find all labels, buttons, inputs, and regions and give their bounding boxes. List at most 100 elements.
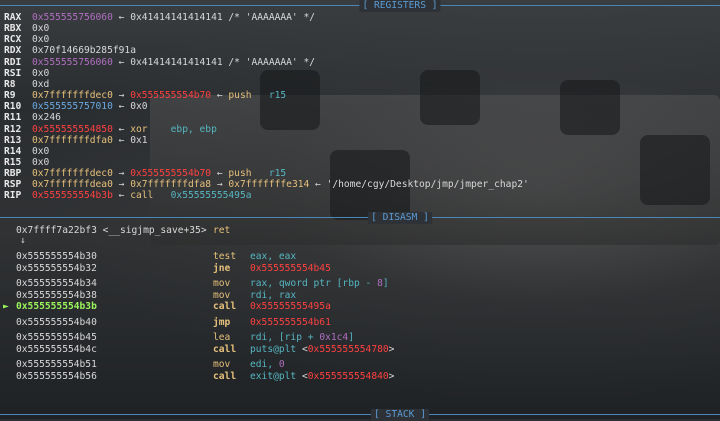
disasm-mnemonic: lea <box>213 332 231 343</box>
register-value-part: 0x555555554b70 <box>130 168 212 180</box>
register-value: 0x246 <box>32 112 61 124</box>
register-value-part: ebp, ebp <box>170 123 217 135</box>
register-value-part: 0x0 <box>32 67 50 79</box>
register-value: 0x70f14669b285f91a <box>32 45 136 57</box>
register-value-part: r15 <box>268 90 287 102</box>
register-value: 0x555555756060 ← 0x41414141414141 /* 'AA… <box>32 12 315 24</box>
register-value-part: call <box>130 190 171 202</box>
disasm-separator: [ DISASM ] <box>0 212 720 224</box>
disasm-operand-part: puts@plt <box>250 343 297 355</box>
register-name: RDI <box>4 56 22 68</box>
disasm-address: 0x7ffff7a22bf3 <__sigjmp_save+35> <box>16 225 207 236</box>
disasm-operands: puts@plt <0x555555554780> <box>250 344 394 356</box>
register-value-part: 0x246 <box>32 112 61 124</box>
register-value-part: 0x7fffffffdea0 <box>32 179 113 191</box>
register-value: 0x7fffffffdfa0 ← 0x1 <box>32 135 148 147</box>
register-name: R9 <box>4 90 16 102</box>
register-name: R15 <box>4 156 22 168</box>
register-value-part: ← <box>112 190 131 202</box>
register-name: R12 <box>4 123 22 135</box>
register-name: R14 <box>4 145 22 157</box>
register-value-part: 0x7fffffffdec0 <box>32 168 113 180</box>
register-value-part: 0x555555756060 <box>32 56 113 68</box>
disasm-operands: rdi, rax <box>250 290 296 302</box>
register-value: 0x0 <box>32 68 49 80</box>
register-name: RIP <box>4 190 22 202</box>
gdb-terminal[interactable]: [ REGISTERS ] RAX 0x555555756060 ← 0x4141… <box>0 0 720 421</box>
disasm-operand-part: < <box>296 370 308 382</box>
register-value-part: 0x555555554b70 <box>130 90 212 102</box>
register-value-part: ← '/home/cgy/Desktop/jmp/jmper_chap2' <box>309 179 529 191</box>
register-value-part: xor <box>130 123 171 135</box>
disasm-mnemonic: call <box>213 301 237 312</box>
register-value: 0x7fffffffdec0 → 0x555555554b70 ← push r… <box>32 90 286 102</box>
register-value-part: 0xd <box>32 78 50 90</box>
register-value: 0x0 <box>32 146 49 158</box>
disasm-operands: eax, eax <box>250 251 296 263</box>
disasm-address: 0x555555554b30 <box>16 251 97 262</box>
register-value-part: 0x0 <box>32 23 50 35</box>
register-name: RDX <box>4 45 22 57</box>
register-value: 0x555555756060 ← 0x41414141414141 /* 'AA… <box>32 57 315 69</box>
disasm-header: [ DISASM ] <box>368 212 432 224</box>
register-value: 0x555555554b3b ← call 0x55555555495a <box>32 190 252 202</box>
register-value-part: → <box>112 90 131 102</box>
disasm-operand-part: 0x555555554840 <box>307 370 389 382</box>
register-value: 0x0 <box>32 157 49 169</box>
disasm-address: 0x555555554b34 <box>16 278 97 289</box>
disasm-mnemonic: jmp <box>213 316 231 328</box>
disasm-operand-part: 0 <box>278 359 285 370</box>
disasm-operands: edi, 0 <box>250 359 285 371</box>
disasm-operand-part: 0x55555555495a <box>250 301 331 312</box>
disasm-address: 0x555555554b3b <box>16 301 97 312</box>
register-name: R13 <box>4 134 22 146</box>
disasm-operand-part: eax, eax <box>250 251 297 262</box>
disasm-operand-part: rdi, [rip + <box>250 332 320 343</box>
disasm-address: 0x555555554b56 <box>16 370 97 382</box>
register-name: R11 <box>4 112 22 124</box>
register-value-part: 0x70f14669b285f91a <box>32 45 136 57</box>
disasm-operand-part: 0x555555554b45 <box>250 262 331 274</box>
disasm-address: 0x555555554b38 <box>16 289 97 301</box>
register-value: 0xd <box>32 79 49 91</box>
disasm-address: 0x555555554b40 <box>16 316 97 328</box>
current-instruction-marker-icon: ► <box>3 301 9 312</box>
disasm-operand-part: 0x555555554780 <box>307 343 389 355</box>
register-value-part: 0x7fffffffe314 <box>228 179 310 191</box>
disasm-operand-part: < <box>296 343 308 355</box>
register-value-part: 0x0 <box>32 145 50 157</box>
disasm-address: 0x555555554b4c <box>16 343 97 355</box>
disasm-operands: rax, qword ptr [rbp - 8] <box>250 278 389 290</box>
disasm-address: 0x555555554b51 <box>16 359 97 370</box>
register-value-part: 0x555555757010 <box>32 101 113 113</box>
disasm-mnemonic: call <box>213 370 237 382</box>
register-value-part: ← 0x41414141414141 /* 'AAAAAAA' */ <box>112 12 316 23</box>
disasm-mnemonic: mov <box>213 289 231 301</box>
register-value-part: push <box>228 90 269 102</box>
disasm-operand-part: > <box>388 370 395 382</box>
disasm-mnemonic: mov <box>213 359 231 370</box>
register-value-part: ← 0x1 <box>112 134 148 146</box>
register-value-part: push <box>228 168 269 180</box>
disasm-operands: 0x55555555495a <box>250 301 331 313</box>
registers-separator: [ REGISTERS ] <box>0 0 720 12</box>
disasm-address: 0x555555554b32 <box>16 262 97 274</box>
disasm-operand-part: ] <box>348 332 354 343</box>
register-value: 0x7fffffffdec0 → 0x555555554b70 ← push r… <box>32 168 286 180</box>
register-value-part: ← <box>112 123 131 135</box>
register-value-part: 0x555555756060 <box>32 12 113 23</box>
register-value-part: 0x55555555495a <box>170 190 252 202</box>
register-value-part: → <box>112 168 131 180</box>
register-name: RSI <box>4 67 22 79</box>
register-value-part: 0x555555554850 <box>32 123 113 135</box>
register-name: R8 <box>4 78 16 90</box>
disasm-operand-part: ] <box>382 278 389 289</box>
disasm-operands: 0x555555554b45 <box>250 263 331 275</box>
disasm-mnemonic: ret <box>213 225 231 236</box>
stack-separator: [ STACK ] <box>0 409 720 421</box>
register-name: RAX <box>4 12 22 23</box>
disasm-mnemonic: mov <box>213 278 231 289</box>
down-arrow-icon: ↓ <box>20 234 26 246</box>
disasm-operand-part: exit@plt <box>250 370 297 382</box>
register-value: 0x0 <box>32 23 49 35</box>
